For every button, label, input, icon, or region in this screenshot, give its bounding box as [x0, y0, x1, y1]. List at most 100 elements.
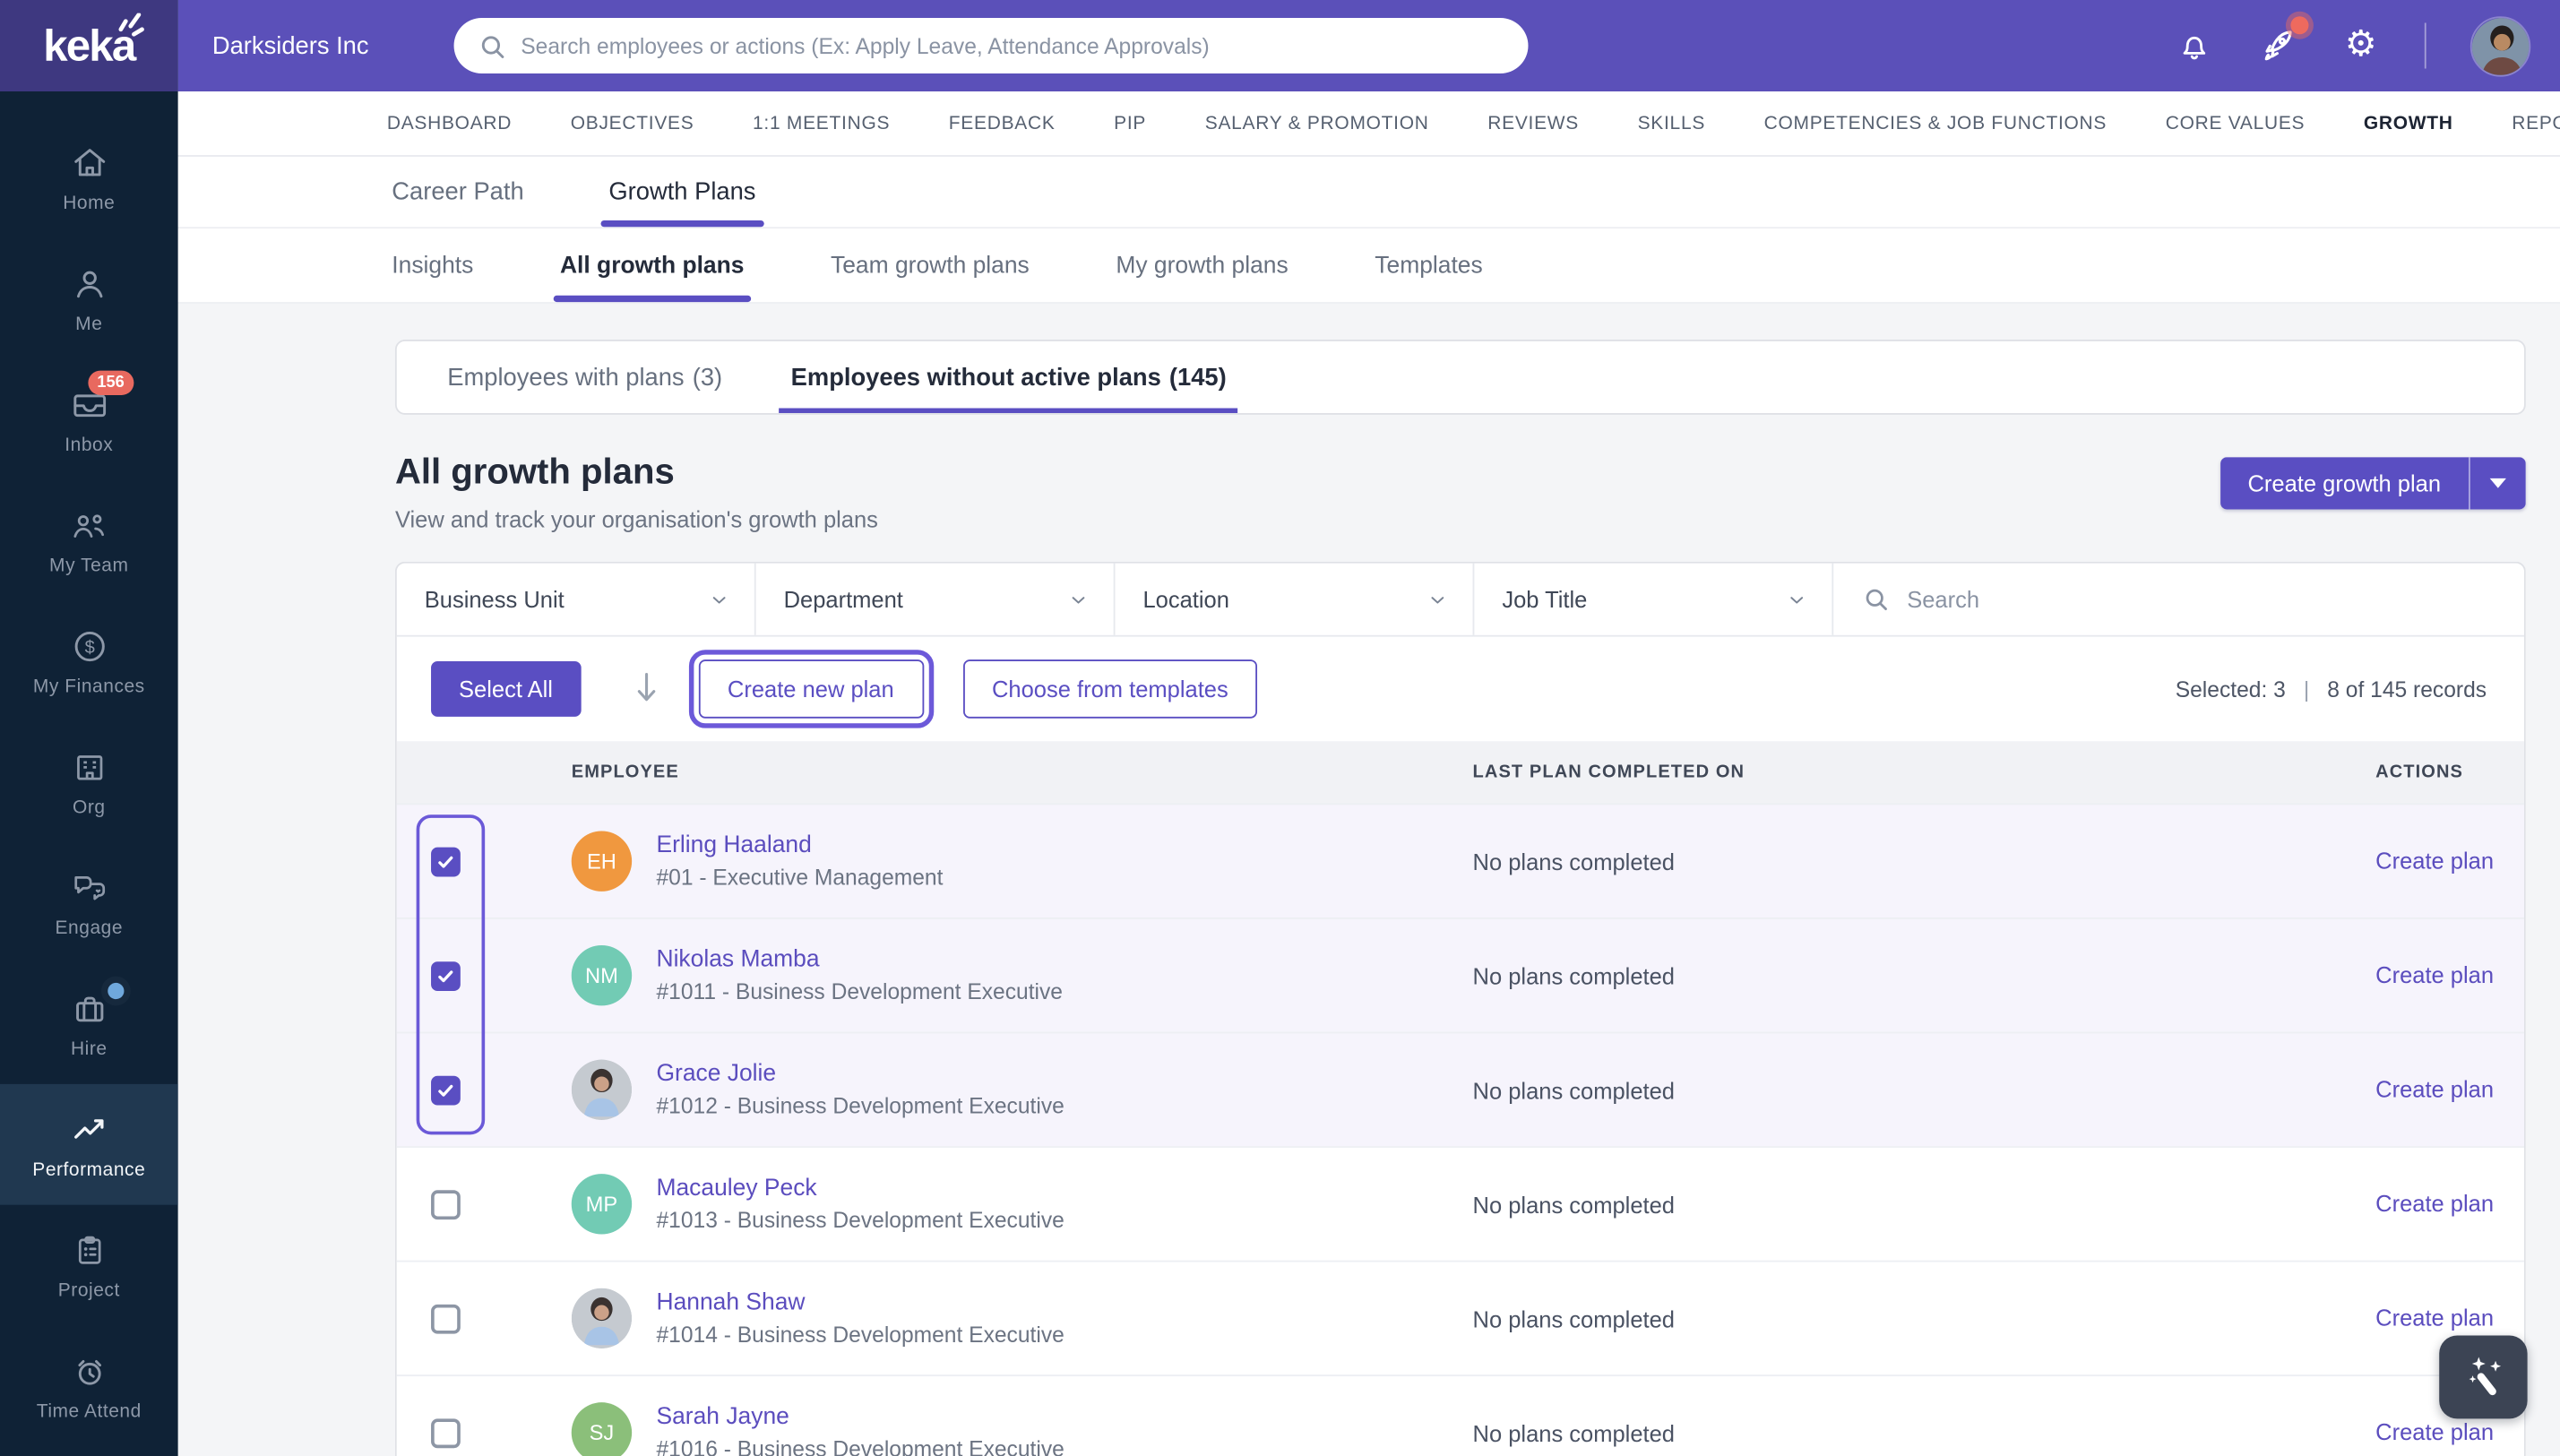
tab-dashboard[interactable]: DASHBOARD: [387, 91, 512, 155]
table-row[interactable]: SJ Sarah Jayne #1016 - Business Developm…: [397, 1374, 2524, 1456]
tab-1-1-meetings[interactable]: 1:1 MEETINGS: [753, 91, 890, 155]
inbox-count-badge: 156: [87, 370, 134, 394]
tab-pip[interactable]: PIP: [1114, 91, 1146, 155]
tab-all-growth-plans[interactable]: All growth plans: [560, 228, 744, 302]
sidebar-item-home[interactable]: Home: [0, 117, 178, 238]
tab-my-growth-plans[interactable]: My growth plans: [1116, 228, 1288, 302]
tab-team-growth-plans[interactable]: Team growth plans: [831, 228, 1030, 302]
table-search-input[interactable]: [1907, 586, 2496, 612]
create-growth-plan-button[interactable]: Create growth plan: [2220, 457, 2526, 509]
magic-wand-button[interactable]: [2439, 1335, 2527, 1418]
keka-logo-spark-icon: [116, 13, 148, 39]
tab-employees-without-active-plans[interactable]: Employees without active plans (145): [756, 341, 1261, 413]
plans-sectionnav: Insights All growth plans Team growth plan…: [178, 228, 2560, 304]
tab-employees-with-plans[interactable]: Employees with plans (3): [413, 341, 756, 413]
tab-objectives[interactable]: OBJECTIVES: [571, 91, 694, 155]
sidebar-item-me[interactable]: Me: [0, 238, 178, 359]
employee-name-link[interactable]: Hannah Shaw: [656, 1289, 1064, 1315]
create-plan-link[interactable]: Create plan: [2375, 1189, 2494, 1215]
tab-competencies-job-functions[interactable]: COMPETENCIES & JOB FUNCTIONS: [1764, 91, 2107, 155]
header-employee: EMPLOYEE: [528, 762, 1473, 782]
create-new-plan-button[interactable]: Create new plan: [698, 659, 923, 719]
tab-templates[interactable]: Templates: [1375, 228, 1482, 302]
select-all-button[interactable]: Select All: [431, 661, 581, 717]
user-avatar[interactable]: [2470, 15, 2530, 75]
tab-skills[interactable]: SKILLS: [1638, 91, 1705, 155]
create-plan-link[interactable]: Create plan: [2375, 961, 2494, 986]
module-nav: DASHBOARD OBJECTIVES 1:1 MEETINGS FEEDBACK P…: [178, 91, 2560, 157]
employee-name-link[interactable]: Macauley Peck: [656, 1176, 1064, 1202]
global-search-input[interactable]: [521, 33, 1505, 57]
inbox-icon: 156: [68, 384, 110, 424]
filter-job-title[interactable]: Job Title: [1474, 564, 1833, 635]
tab-insights[interactable]: Insights: [392, 228, 473, 302]
project-icon: [69, 1230, 108, 1270]
tab-reports[interactable]: REPORTS: [2512, 91, 2560, 155]
row-checkbox[interactable]: [431, 961, 461, 990]
arrow-down-icon: [630, 669, 662, 709]
choose-from-templates-button[interactable]: Choose from templates: [962, 659, 1257, 719]
sidebar-item-performance[interactable]: Performance: [0, 1084, 178, 1205]
row-checkbox[interactable]: [431, 847, 461, 876]
table-row[interactable]: Hannah Shaw #1014 - Business Development…: [397, 1261, 2524, 1375]
org-icon: [69, 747, 108, 787]
chevron-down-icon: [1068, 589, 1090, 610]
employee-name-link[interactable]: Grace Jolie: [656, 1061, 1064, 1087]
employee-detail: #1013 - Business Development Executive: [656, 1208, 1064, 1232]
sidebar-item-inbox[interactable]: 156 Inbox: [0, 359, 178, 480]
tab-salary-promotion[interactable]: SALARY & PROMOTION: [1205, 91, 1429, 155]
tab-career-path[interactable]: Career Path: [392, 157, 523, 227]
table-row[interactable]: Grace Jolie #1012 - Business Development…: [397, 1032, 2524, 1147]
table-header: EMPLOYEE LAST PLAN COMPLETED ON ACTIONS: [397, 741, 2524, 803]
page-content: Employees with plans (3) Employees witho…: [178, 304, 2560, 1456]
create-growth-plan-caret[interactable]: [2469, 457, 2526, 509]
filter-business-unit[interactable]: Business Unit: [397, 564, 756, 635]
table-row[interactable]: NM Nikolas Mamba #1011 - Business Develo…: [397, 918, 2524, 1032]
employee-name-link[interactable]: Nikolas Mamba: [656, 947, 1063, 973]
last-plan-text: No plans completed: [1473, 1077, 1675, 1103]
tab-feedback[interactable]: FEEDBACK: [949, 91, 1056, 155]
sidebar-item-project[interactable]: Project: [0, 1205, 178, 1326]
tab-reviews[interactable]: REVIEWS: [1487, 91, 1579, 155]
app-window: keka Home Me 156 Inbox My Team $ My Fina…: [0, 0, 2560, 1456]
sidebar-item-org[interactable]: Org: [0, 721, 178, 842]
create-plan-link[interactable]: Create plan: [2375, 1304, 2494, 1330]
table-search[interactable]: [1833, 564, 2524, 635]
row-checkbox[interactable]: [431, 1075, 461, 1105]
global-search[interactable]: [454, 18, 1529, 73]
create-plan-link[interactable]: Create plan: [2375, 847, 2494, 873]
employee-detail: #1012 - Business Development Executive: [656, 1094, 1064, 1118]
row-checkbox[interactable]: [431, 1417, 461, 1447]
create-plan-link[interactable]: Create plan: [2375, 1417, 2494, 1443]
keka-logo[interactable]: keka: [0, 0, 178, 91]
company-name: Darksiders Inc: [212, 32, 369, 60]
filter-location[interactable]: Location: [1115, 564, 1474, 635]
tab-growth[interactable]: GROWTH: [2364, 91, 2453, 155]
bell-icon[interactable]: [2175, 26, 2214, 65]
rocket-icon[interactable]: [2258, 26, 2297, 65]
team-icon: [68, 505, 110, 545]
sidebar-item-engage[interactable]: Engage: [0, 842, 178, 963]
chevron-down-icon: [709, 589, 730, 610]
sidebar-item-my-team[interactable]: My Team: [0, 480, 178, 601]
employee-name-link[interactable]: Erling Haaland: [656, 832, 943, 858]
selected-count: Selected: 3: [2176, 676, 2286, 701]
bulk-action-row: Select All Create new plan Choose from t…: [397, 637, 2524, 742]
last-plan-text: No plans completed: [1473, 1419, 1675, 1445]
table-row[interactable]: EH Erling Haaland #01 - Executive Manage…: [397, 803, 2524, 918]
create-growth-plan-label[interactable]: Create growth plan: [2220, 457, 2469, 509]
user-icon: [69, 263, 108, 303]
home-icon: [69, 142, 108, 182]
employee-name-link[interactable]: Sarah Jayne: [656, 1404, 1064, 1430]
tab-core-values[interactable]: CORE VALUES: [2166, 91, 2306, 155]
sidebar-item-my-finances[interactable]: $ My Finances: [0, 601, 178, 722]
sidebar-item-hire[interactable]: Hire: [0, 963, 178, 1084]
create-plan-link[interactable]: Create plan: [2375, 1075, 2494, 1101]
gear-icon[interactable]: ⚙: [2341, 26, 2381, 65]
row-checkbox[interactable]: [431, 1189, 461, 1219]
row-checkbox[interactable]: [431, 1304, 461, 1333]
sidebar-item-time-attend[interactable]: Time Attend: [0, 1326, 178, 1447]
tab-growth-plans[interactable]: Growth Plans: [608, 157, 755, 227]
table-row[interactable]: MP Macauley Peck #1013 - Business Develo…: [397, 1146, 2524, 1261]
filter-department[interactable]: Department: [756, 564, 1116, 635]
